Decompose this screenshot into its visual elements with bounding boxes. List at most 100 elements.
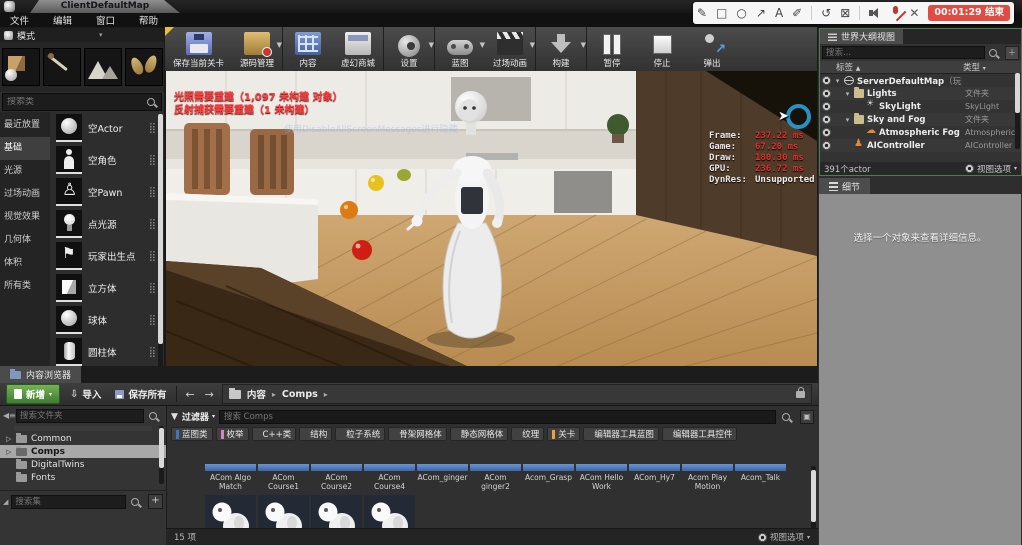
content-browser-tab[interactable]: 内容浏览器 [0,366,81,383]
recorder-tool-icon[interactable]: ○ [736,2,746,24]
asset-item[interactable]: ACom ginger2 [470,464,521,493]
menu-item[interactable]: 帮助 [139,13,158,27]
breadcrumb-folder[interactable]: Comps [282,389,318,400]
recorder-tool-icon[interactable]: A [775,2,783,24]
drag-grip-icon[interactable]: ⣿ [149,283,156,294]
details-tab[interactable]: 细节 [819,178,870,194]
outliner-filter-button[interactable]: ＋ [1005,46,1019,60]
scrollbar[interactable] [158,114,163,366]
place-category[interactable]: 所有类 [0,275,50,298]
placeable-item[interactable]: 立方体 ⣿ [50,272,164,304]
menu-item[interactable]: 编辑 [53,13,72,27]
collections-collapse-icon[interactable]: ◢ [3,498,8,506]
place-category[interactable]: 最近放置 [0,114,50,137]
folder-row[interactable]: DigitalTwins [0,458,166,471]
visibility-eye-icon[interactable] [822,128,831,137]
filter-chip[interactable]: 骨架网格体 [388,427,447,441]
asset-item[interactable]: ACom Algo Match [205,464,256,493]
placeable-item[interactable]: 空Pawn ⣿ [50,176,164,208]
outliner-row[interactable]: AIController AIController [820,139,1021,152]
toolbar-button[interactable]: 源码管理 ▼ [232,27,282,71]
collapse-sources-icon[interactable]: ◀≡ [3,411,13,421]
filter-chip[interactable]: 关卡 [547,427,580,441]
toolbar-button[interactable]: 过场动画 ▼ [485,27,535,71]
placeable-item[interactable]: 圆柱体 ⣿ [50,336,164,366]
recorder-tool-icon[interactable]: ✎ [697,2,707,24]
recorder-tool-icon[interactable]: ✐ [792,2,802,24]
visibility-eye-icon[interactable] [822,76,831,85]
view-options-button[interactable]: 视图选项▾ [756,531,810,543]
toolbar-button[interactable]: 构建 ▼ [535,27,586,71]
place-category[interactable]: 光源 [0,160,50,183]
world-outliner-tab[interactable]: 世界大纲视图 [820,29,903,44]
dropdown-arrow-icon[interactable]: ▾ [99,31,103,39]
filter-chip[interactable]: 编辑器工具控件 [662,427,738,441]
recorder-tool-icon[interactable]: ↺ [821,2,831,24]
save-search-icon[interactable]: ▣ [800,410,814,424]
add-new-button[interactable]: 新增▾ [6,384,60,404]
close-icon[interactable]: ✕ [909,6,919,20]
toolbar-button[interactable]: 停止 ▼ [637,27,687,71]
drag-grip-icon[interactable]: ⣿ [149,347,156,358]
drag-grip-icon[interactable]: ⣿ [149,123,156,134]
toolbar-button[interactable]: 蓝图 ▼ [434,27,485,71]
filter-chip[interactable]: 纹理 [511,427,544,441]
toolbar-button[interactable]: 内容 ▼ [282,27,333,71]
menu-item[interactable]: 窗口 [96,13,115,27]
breadcrumb-root[interactable]: 内容 [247,387,266,401]
modes-tab[interactable]: 模式 ▾ [0,28,164,42]
folder-row[interactable]: ▷ Common [0,432,166,445]
import-button[interactable]: ⇩ 导入 [66,385,105,403]
collection-search-input[interactable] [11,495,126,509]
viewport[interactable]: 光照需要重建（1,097 未构建 对象）反射捕获需要重建（1 未构建） 使用Di… [166,71,817,368]
expand-arrow-icon[interactable]: ▾ [834,77,841,85]
outliner-row[interactable]: ▾ Sky and Fog 文件夹 [820,113,1021,126]
microphone-muted-icon[interactable] [890,6,900,20]
expand-arrow-icon[interactable]: ▷ [6,448,12,456]
filter-chip[interactable]: 蓝图类 [171,427,213,441]
filters-button[interactable]: 过滤器▾ [182,410,215,423]
asset-item[interactable]: ACom Course4 [364,464,415,493]
toolbar-button[interactable]: 弹出 ▼ [687,27,737,71]
outliner-row[interactable]: SkyLight SkyLight [820,100,1021,113]
lock-icon[interactable] [796,391,805,398]
asset-item[interactable]: Acom Play Motion [682,464,733,493]
back-arrow-icon[interactable]: ← [183,388,196,401]
menu-item[interactable]: 文件 [10,13,29,27]
toolbar-button[interactable]: 设置 ▼ [383,27,434,71]
placeable-item[interactable]: 空角色 ⣿ [50,144,164,176]
recorder-tool-icon[interactable]: □ [716,2,727,24]
placeable-item[interactable]: 玩家出生点 ⣿ [50,240,164,272]
level-tab[interactable]: ClientDefaultMap [30,0,180,13]
toolbar-button[interactable]: 虚幻商城 ▼ [333,27,383,71]
asset-item[interactable]: ACom Course2 [311,464,362,493]
save-all-button[interactable]: 保存所有 [111,385,170,403]
drag-grip-icon[interactable]: ⣿ [149,155,156,166]
outliner-row[interactable]: Atmospheric Fog AtmosphericF [820,126,1021,139]
recorder-tool-icon[interactable]: ↗ [756,2,766,24]
place-category[interactable]: 基础 [0,137,50,160]
recording-timer-badge[interactable]: 00:01:29 结束 [928,5,1010,21]
filter-chip[interactable]: C++类 [252,427,297,441]
expand-arrow-icon[interactable]: ▷ [6,435,12,443]
outliner-search-input[interactable] [822,46,985,59]
filter-chip[interactable]: 静态网格体 [450,427,509,441]
place-category[interactable]: 几何体 [0,229,50,252]
asset-item[interactable]: ACom Course1 [258,464,309,493]
folder-row[interactable]: ▷ Comps [0,445,166,458]
view-options-button[interactable]: 视图选项▾ [963,163,1017,175]
folder-search-input[interactable] [16,409,144,423]
placeable-item[interactable]: 空Actor ⣿ [50,112,164,144]
visibility-eye-icon[interactable] [822,102,831,111]
recorder-tool-icon[interactable]: ⊠ [840,2,850,24]
asset-item[interactable]: ACom_Hy7 [629,464,680,493]
placeable-item[interactable]: 点光源 ⣿ [50,208,164,240]
scrollbar[interactable] [1015,73,1020,149]
placeable-item[interactable]: 球体 ⣿ [50,304,164,336]
filter-chip[interactable]: 枚举 [216,427,249,441]
asset-item[interactable]: Acom_Grasp [523,464,574,493]
asset-search-input[interactable] [219,410,776,424]
scrollbar[interactable] [159,426,164,484]
asset-item[interactable] [205,495,256,530]
visibility-eye-icon[interactable] [822,141,831,150]
